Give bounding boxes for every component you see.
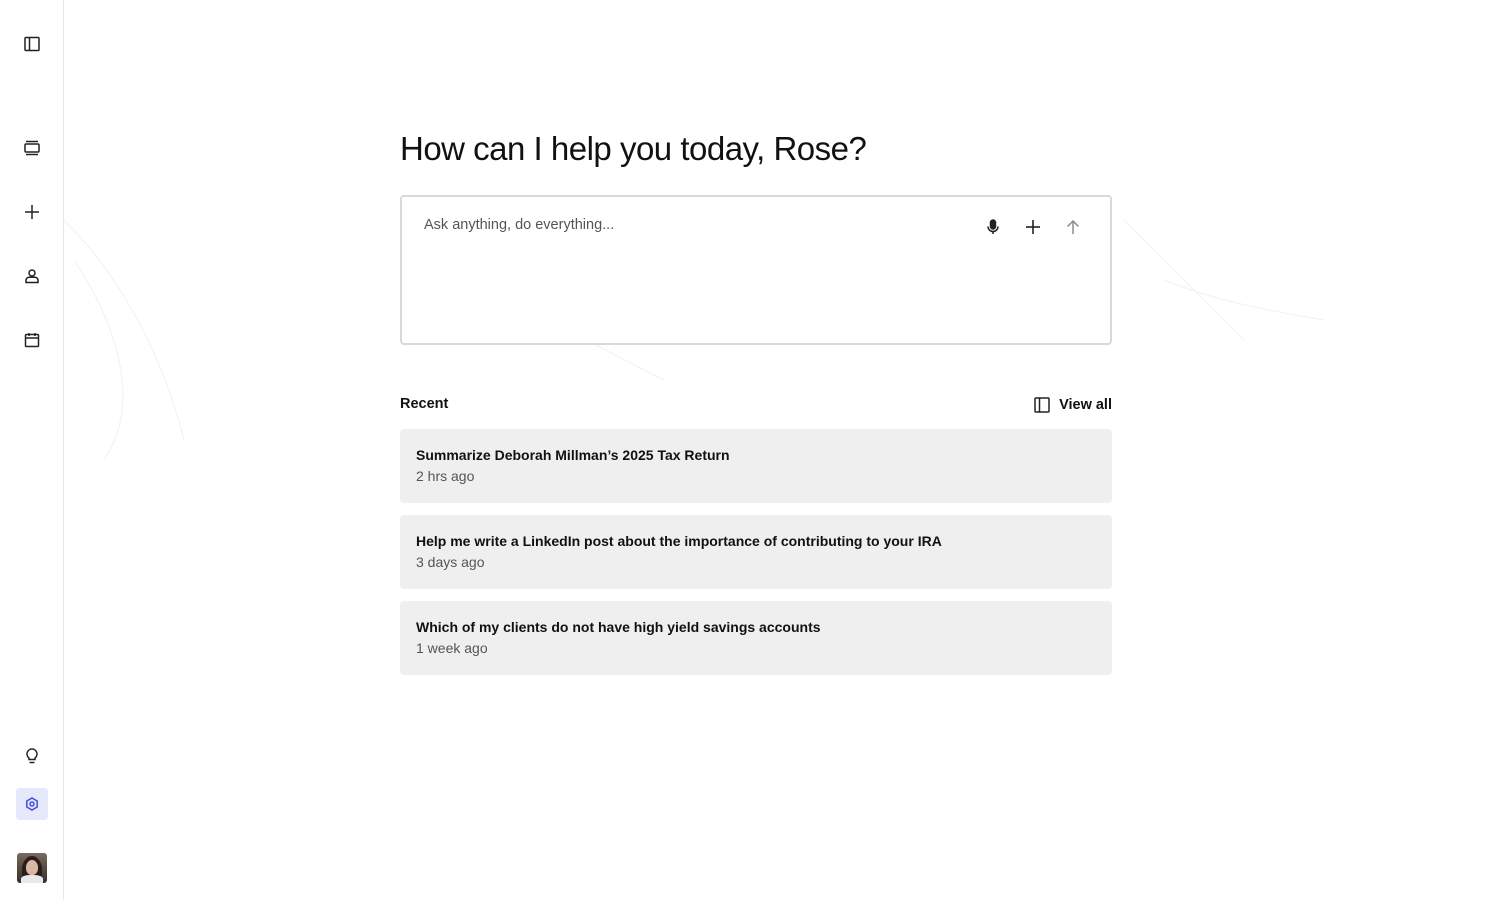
- recent-item[interactable]: Summarize Deborah Millman’s 2025 Tax Ret…: [400, 429, 1112, 503]
- sidebar-item-settings[interactable]: [16, 788, 48, 820]
- recent-item[interactable]: Which of my clients do not have high yie…: [400, 601, 1112, 675]
- recent-list: Summarize Deborah Millman’s 2025 Tax Ret…: [400, 429, 1112, 687]
- settings-icon: [26, 797, 38, 811]
- recent-header: Recent View all: [400, 394, 1112, 416]
- sidebar-item-calendar[interactable]: [16, 324, 48, 356]
- page-title: How can I help you today, Rose?: [400, 130, 867, 167]
- recent-item-title: Summarize Deborah Millman’s 2025 Tax Ret…: [416, 447, 730, 463]
- plus-icon: [1026, 220, 1040, 234]
- composer: [400, 195, 1112, 345]
- sidebar-item-conversations[interactable]: [16, 132, 48, 164]
- sidebar-toggle-icon: [24, 36, 40, 52]
- microphone-button[interactable]: [981, 215, 1005, 239]
- sidebar: [0, 0, 64, 900]
- recent-item-time: 2 hrs ago: [416, 468, 475, 484]
- conversations-icon: [24, 140, 40, 156]
- sidebar-toggle-button[interactable]: [16, 28, 48, 60]
- sidebar-item-new[interactable]: [16, 196, 48, 228]
- prompt-input[interactable]: [424, 217, 964, 233]
- attach-button[interactable]: [1021, 215, 1045, 239]
- avatar[interactable]: [17, 853, 47, 883]
- recent-item[interactable]: Help me write a LinkedIn post about the …: [400, 515, 1112, 589]
- plus-icon: [25, 205, 39, 219]
- calendar-icon: [24, 333, 40, 348]
- recent-label: Recent: [400, 396, 449, 412]
- lightbulb-icon: [26, 748, 38, 764]
- send-button[interactable]: [1061, 215, 1085, 239]
- microphone-icon: [987, 219, 999, 234]
- user-icon: [25, 269, 39, 284]
- view-all-label: View all: [1059, 397, 1112, 413]
- recent-item-title: Help me write a LinkedIn post about the …: [416, 533, 942, 549]
- panel-icon: [1034, 397, 1050, 413]
- arrow-up-icon: [1066, 219, 1080, 234]
- recent-item-time: 1 week ago: [416, 640, 488, 656]
- app: How can I help you today, Rose? Ask anyt…: [0, 0, 1512, 900]
- recent-item-title: Which of my clients do not have high yie…: [416, 619, 821, 635]
- view-all-button[interactable]: View all: [1033, 394, 1112, 416]
- sidebar-item-ideas[interactable]: [16, 740, 48, 772]
- recent-item-time: 3 days ago: [416, 554, 485, 570]
- sidebar-item-clients[interactable]: [16, 260, 48, 292]
